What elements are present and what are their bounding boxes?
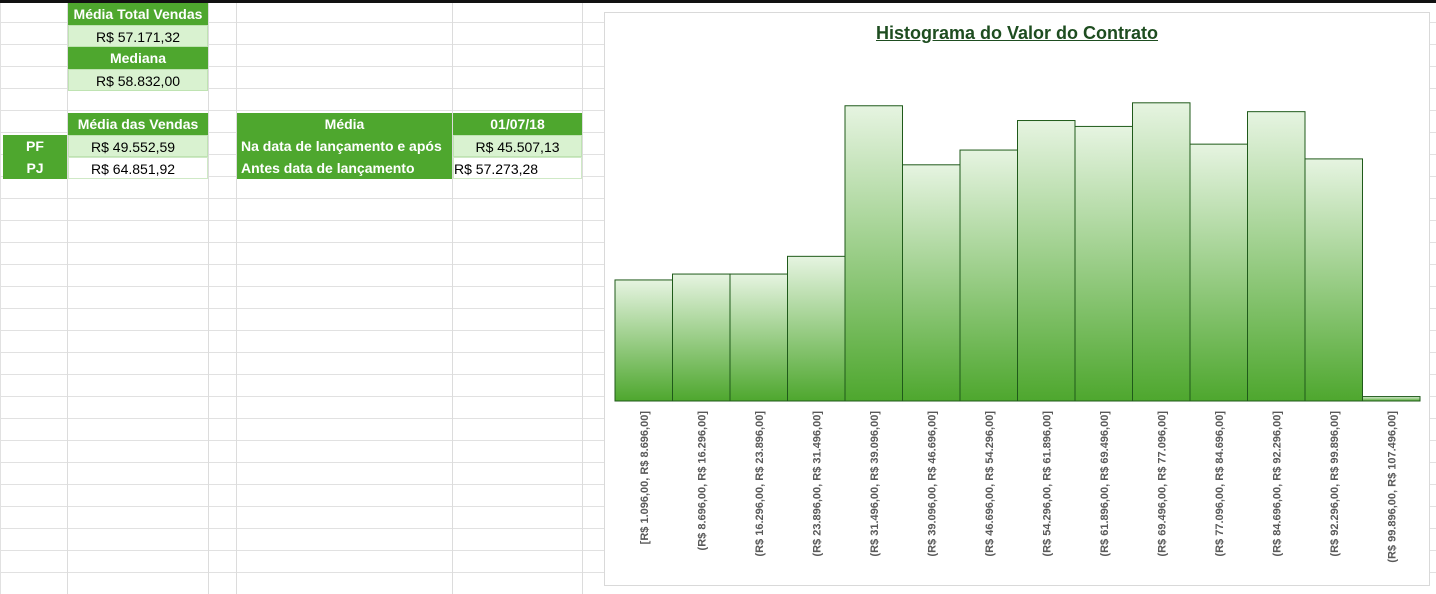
x-tick-label: (R$ 31.496,00, R$ 39.096,00]: [869, 411, 881, 557]
histogram-bar[interactable]: [1074, 125, 1133, 402]
histogram-bar[interactable]: [844, 105, 903, 402]
x-tick-label: (R$ 23.896,00, R$ 31.496,00]: [811, 411, 823, 557]
x-tick-label: (R$ 69.496,00, R$ 77.096,00]: [1156, 411, 1168, 557]
histogram-bar[interactable]: [1189, 143, 1248, 402]
row-after-launch-value[interactable]: R$ 45.507,13: [453, 135, 582, 157]
x-tick-label: (R$ 61.896,00, R$ 69.496,00]: [1099, 411, 1111, 557]
mediana-header[interactable]: Mediana: [68, 47, 208, 69]
date-header[interactable]: 01/07/18: [453, 113, 582, 135]
histogram-bar[interactable]: [614, 279, 673, 402]
mediana-value[interactable]: R$ 58.832,00: [68, 69, 208, 91]
x-tick-label: (R$ 84.696,00, R$ 92.296,00]: [1271, 411, 1283, 557]
media-vendas-header[interactable]: Média das Vendas: [68, 113, 208, 135]
histogram-chart[interactable]: Histograma do Valor do Contrato [R$ 1.09…: [604, 12, 1430, 586]
pf-value[interactable]: R$ 49.552,59: [68, 135, 208, 157]
histogram-bar[interactable]: [729, 273, 788, 402]
column-divider: [208, 0, 209, 594]
media-total-value[interactable]: R$ 57.171,32: [68, 25, 208, 47]
histogram-bar[interactable]: [1362, 396, 1421, 402]
histogram-bar[interactable]: [1247, 111, 1306, 402]
x-tick-label: (R$ 39.096,00, R$ 46.696,00]: [926, 411, 938, 557]
column-divider: [452, 0, 453, 594]
window-top-border: [0, 0, 1436, 3]
histogram-bar[interactable]: [787, 255, 846, 402]
x-tick-label: (R$ 16.296,00, R$ 23.896,00]: [754, 411, 766, 557]
pf-label[interactable]: PF: [3, 135, 67, 157]
pj-label[interactable]: PJ: [3, 157, 67, 179]
histogram-bar[interactable]: [1304, 158, 1363, 402]
chart-plot-area: [R$ 1.096,00, R$ 8.696,00] (R$ 8.696,00, …: [614, 102, 1421, 563]
pj-value[interactable]: R$ 64.851,92: [68, 157, 208, 179]
histogram-bar[interactable]: [1017, 120, 1076, 402]
x-tick-label: (R$ 99.896,00, R$ 107.496,00]: [1386, 411, 1398, 563]
x-tick-label: (R$ 92.296,00, R$ 99.896,00]: [1329, 411, 1341, 557]
x-tick-label: (R$ 8.696,00, R$ 16.296,00]: [696, 411, 708, 551]
media-total-header[interactable]: Média Total Vendas: [68, 3, 208, 25]
histogram-bar[interactable]: [902, 164, 961, 402]
row-before-launch-label[interactable]: Antes data de lançamento: [237, 157, 452, 179]
x-tick-label: (R$ 46.696,00, R$ 54.296,00]: [984, 411, 996, 557]
x-tick-label: (R$ 77.096,00, R$ 84.696,00]: [1214, 411, 1226, 557]
histogram-bar[interactable]: [672, 273, 731, 402]
column-divider: [236, 0, 237, 594]
media-header[interactable]: Média: [237, 113, 452, 135]
x-tick-label: [R$ 1.096,00, R$ 8.696,00]: [639, 411, 651, 545]
row-after-launch-label[interactable]: Na data de lançamento e após: [237, 135, 452, 157]
column-divider: [582, 0, 583, 594]
histogram-bar[interactable]: [959, 149, 1018, 402]
x-tick-label: (R$ 54.296,00, R$ 61.896,00]: [1041, 411, 1053, 557]
row-before-launch-value[interactable]: R$ 57.273,28: [453, 157, 582, 179]
histogram-bar[interactable]: [1132, 102, 1191, 402]
